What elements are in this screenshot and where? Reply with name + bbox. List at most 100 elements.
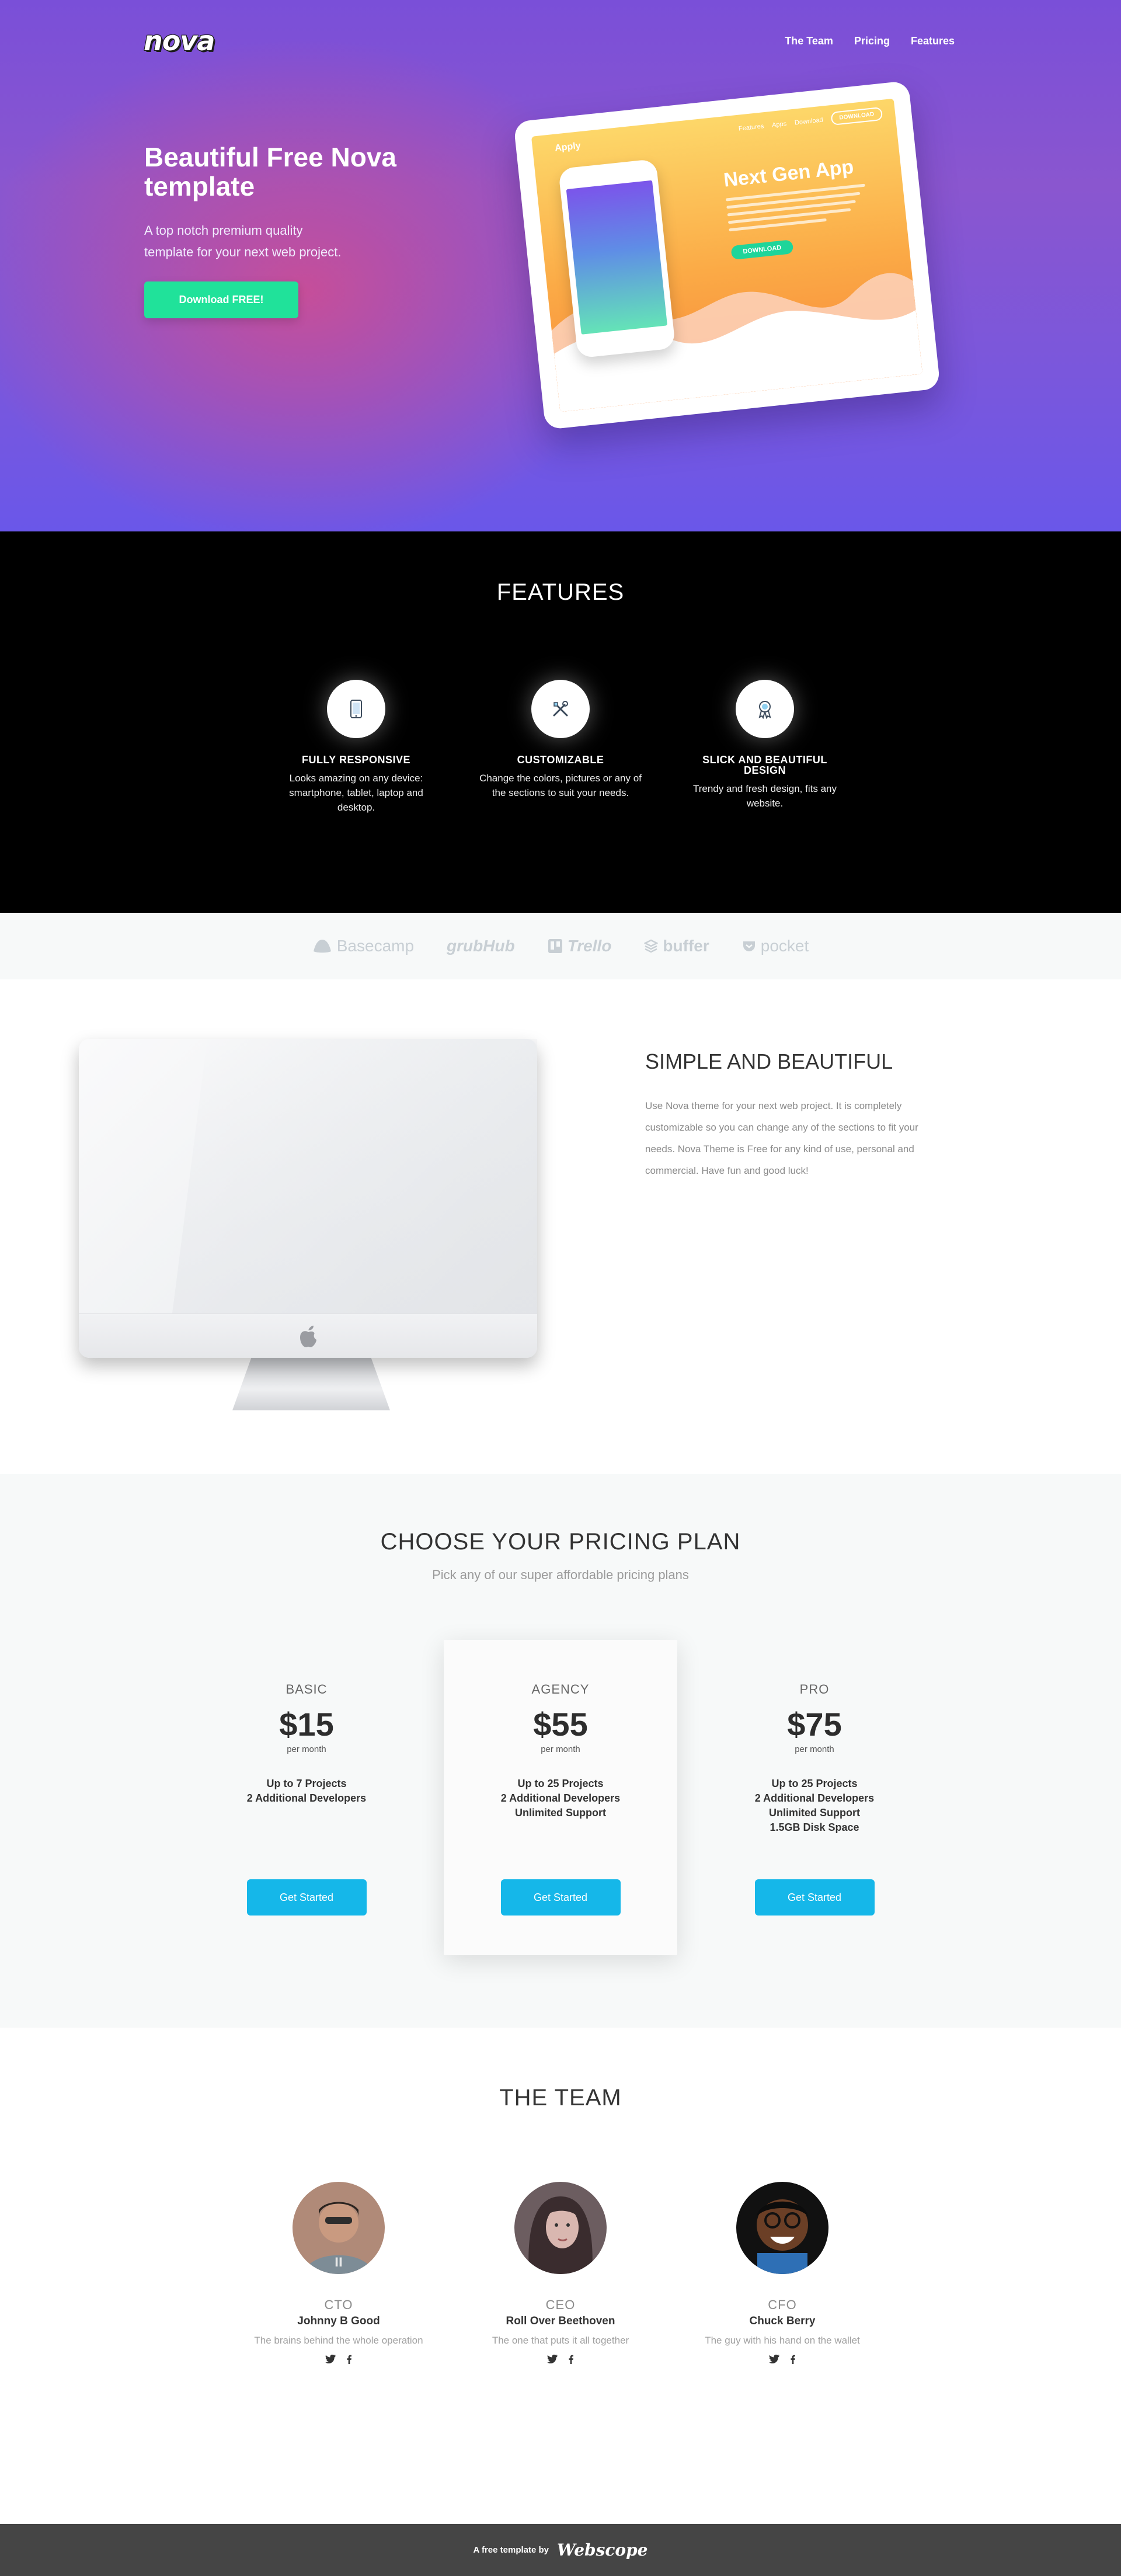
plan-features: Up to 25 Projects 2 Additional Developer… xyxy=(755,1777,874,1870)
plan-name: PRO xyxy=(799,1682,830,1697)
pocket-logo: pocket xyxy=(742,937,809,955)
twitter-icon[interactable] xyxy=(769,2355,779,2364)
twitter-icon[interactable] xyxy=(547,2355,558,2364)
plan-feature: Up to 25 Projects xyxy=(517,1778,604,1789)
simple-text: SIMPLE AND BEAUTIFUL Use Nova theme for … xyxy=(645,1049,937,1181)
top-nav: nova The Team Pricing Features xyxy=(0,23,1121,58)
mockup-phone-screen xyxy=(566,180,668,335)
mockup-nav-item: Download xyxy=(794,116,824,127)
member-social xyxy=(325,2355,352,2364)
twitter-icon[interactable] xyxy=(325,2355,336,2364)
features-list: FULLY RESPONSIVE Looks amazing on any de… xyxy=(269,680,852,815)
team-member: CFO Chuck Berry The guy with his hand on… xyxy=(671,2182,893,2364)
imac-image xyxy=(79,1039,537,1410)
apple-logo-icon xyxy=(300,1325,316,1347)
plan-feature: Up to 7 Projects xyxy=(266,1778,347,1789)
feature-desc: Trendy and fresh design, fits any websit… xyxy=(692,783,837,809)
grubhub-logo-text: grubHub xyxy=(447,937,515,955)
member-role: CFO xyxy=(768,2297,797,2312)
nova-logo[interactable]: nova xyxy=(144,25,215,57)
mockup-nav-button: DOWNLOAD xyxy=(830,106,883,126)
get-started-button-pro[interactable]: Get Started xyxy=(754,1879,875,1916)
trello-logo-text: Trello xyxy=(567,937,612,955)
mockup-phone xyxy=(558,158,676,359)
avatar: ll xyxy=(293,2182,385,2274)
pricing-subheading: Pick any of our super affordable pricing… xyxy=(432,1567,689,1582)
trello-icon xyxy=(548,939,562,953)
plan-price: $55 xyxy=(533,1706,588,1743)
footer-text: A free template by xyxy=(473,2545,549,2555)
plan-name: BASIC xyxy=(286,1682,328,1697)
plan-card-pro: PRO $75 per month Up to 25 Projects 2 Ad… xyxy=(698,1640,931,1955)
award-icon xyxy=(736,680,794,738)
hero-subtitle: A top notch premium quality template for… xyxy=(144,223,342,259)
get-started-button-basic[interactable]: Get Started xyxy=(246,1879,367,1916)
basecamp-icon xyxy=(313,940,331,953)
pocket-icon xyxy=(743,941,755,951)
mockup-brand: Apply xyxy=(554,141,582,154)
mockup-nav-item: Apps xyxy=(771,120,787,129)
member-role: CTO xyxy=(324,2297,353,2312)
facebook-icon[interactable] xyxy=(790,2355,796,2364)
plan-feature: 2 Additional Developers xyxy=(500,1792,621,1804)
feature-title: FULLY RESPONSIVE xyxy=(301,754,411,766)
trello-logo: Trello xyxy=(548,937,612,955)
buffer-logo: buffer xyxy=(644,937,709,955)
plan-feature: 2 Additional Developers xyxy=(754,1792,875,1804)
webscope-logo[interactable]: Webscope xyxy=(557,2540,647,2560)
member-name: Chuck Berry xyxy=(749,2315,816,2327)
download-free-button[interactable]: Download FREE! xyxy=(144,281,298,318)
nav-link-team[interactable]: The Team xyxy=(785,35,833,47)
simple-body: Use Nova theme for your next web project… xyxy=(645,1100,918,1176)
plan-feature: 2 Additional Developers xyxy=(246,1792,367,1804)
buffer-icon xyxy=(644,939,659,953)
pocket-logo-text: pocket xyxy=(760,937,809,955)
hero-text: Beautiful Free Nova template A top notch… xyxy=(144,142,448,318)
plan-period: per month xyxy=(287,1744,326,1754)
mockup-button: DOWNLOAD xyxy=(730,239,794,260)
basecamp-logo: Basecamp xyxy=(312,937,414,955)
nav-link-pricing[interactable]: Pricing xyxy=(854,35,890,47)
client-logos: Basecamp grubHub Trello buffer pocket xyxy=(0,913,1121,979)
tablet-mockup: Apply Features Apps Download DOWNLOAD Ne… xyxy=(513,80,941,430)
tools-icon xyxy=(531,680,590,738)
mobile-icon xyxy=(327,680,385,738)
simple-heading: SIMPLE AND BEAUTIFUL xyxy=(645,1049,893,1073)
simple-section: SIMPLE AND BEAUTIFUL Use Nova theme for … xyxy=(0,979,1121,1474)
pricing-section: CHOOSE YOUR PRICING PLAN Pick any of our… xyxy=(0,1474,1121,2028)
nav-link-features[interactable]: Features xyxy=(911,35,955,47)
avatar xyxy=(514,2182,607,2274)
member-desc: The guy with his hand on the wallet xyxy=(705,2335,860,2346)
plan-feature: Up to 25 Projects xyxy=(771,1778,858,1789)
facebook-icon[interactable] xyxy=(568,2355,574,2364)
member-desc: The brains behind the whole operation xyxy=(254,2335,423,2346)
team-heading: THE TEAM xyxy=(499,2085,622,2111)
tablet-screen: Apply Features Apps Download DOWNLOAD Ne… xyxy=(531,98,923,412)
member-social xyxy=(769,2355,796,2364)
grubhub-logo: grubHub xyxy=(447,937,515,955)
team-members: ll CTO Johnny B Good The brains behind t… xyxy=(228,2182,893,2364)
team-member: CEO Roll Over Beethoven The one that put… xyxy=(450,2182,671,2364)
feature-item: SLICK AND BEAUTIFUL DESIGN Trendy and fr… xyxy=(677,680,852,815)
pricing-heading: CHOOSE YOUR PRICING PLAN xyxy=(380,1529,741,1555)
svg-text:ll: ll xyxy=(335,2255,343,2269)
feature-title: SLICK AND BEAUTIFUL DESIGN xyxy=(702,754,827,776)
plan-card-basic: BASIC $15 per month Up to 7 Projects 2 A… xyxy=(190,1640,423,1955)
facebook-icon[interactable] xyxy=(346,2355,352,2364)
avatar xyxy=(736,2182,828,2274)
mockup-nav: Features Apps Download DOWNLOAD xyxy=(738,106,883,135)
plan-price: $15 xyxy=(279,1706,334,1743)
plan-feature: Unlimited Support xyxy=(514,1807,606,1819)
member-name: Roll Over Beethoven xyxy=(506,2315,615,2327)
plan-features: Up to 25 Projects 2 Additional Developer… xyxy=(501,1777,620,1870)
plan-price: $75 xyxy=(787,1706,842,1743)
buffer-logo-text: buffer xyxy=(663,937,709,955)
mockup-text-lines xyxy=(725,183,869,237)
hero-title: Beautiful Free Nova template xyxy=(144,142,396,201)
get-started-button-agency[interactable]: Get Started xyxy=(500,1879,621,1916)
feature-desc: Change the colors, pictures or any of th… xyxy=(479,773,642,798)
mockup-nav-item: Features xyxy=(738,122,764,133)
feature-item: CUSTOMIZABLE Change the colors, pictures… xyxy=(473,680,648,815)
imac-stand xyxy=(232,1358,390,1410)
plan-feature: Unlimited Support xyxy=(768,1807,860,1819)
